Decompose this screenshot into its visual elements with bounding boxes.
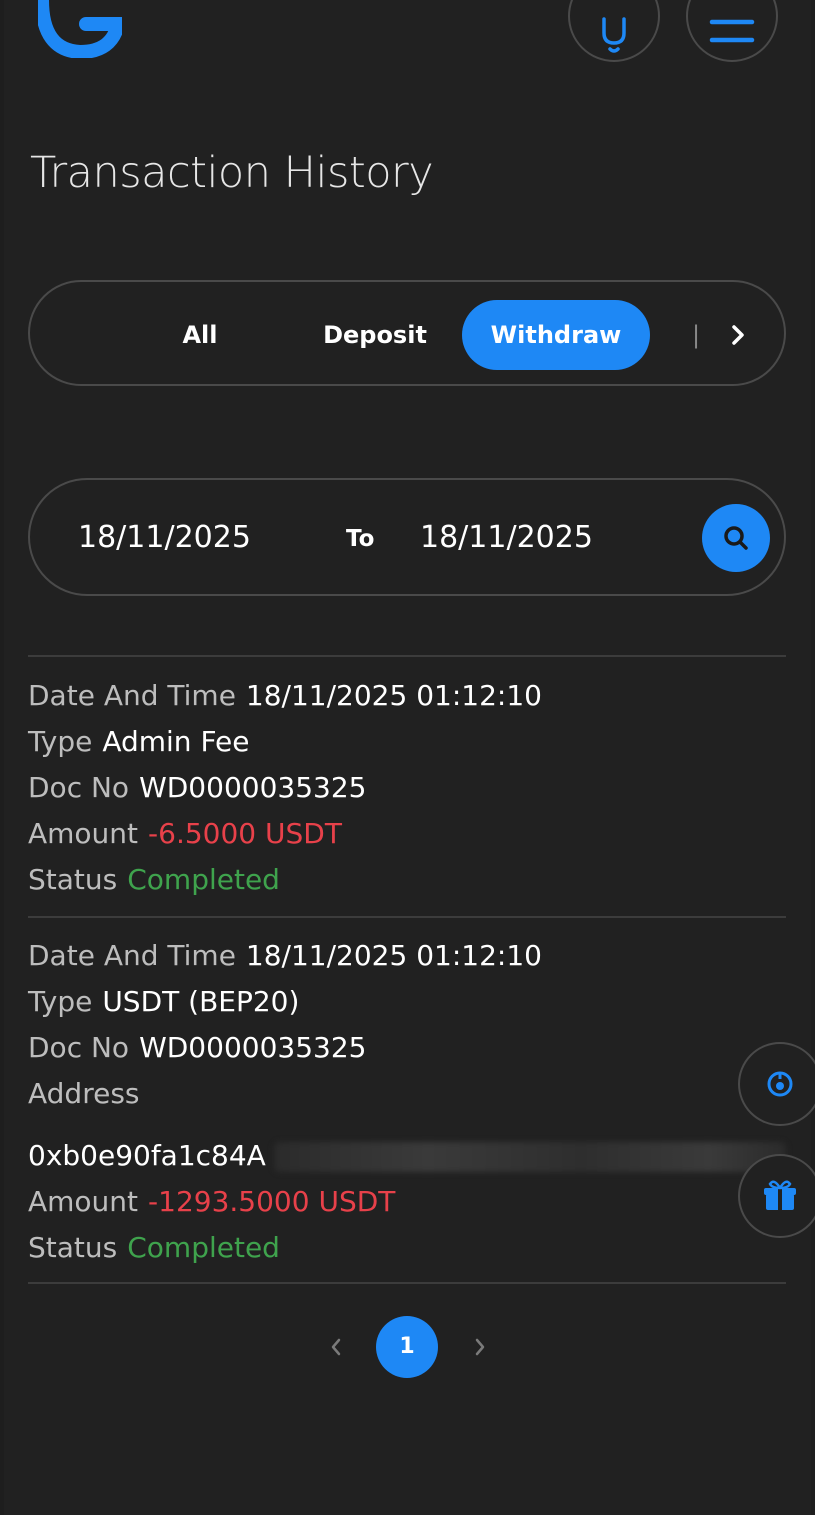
tx1-date-time: 18/11/2025 01:12:10 [245,679,542,712]
tx2-date-time: 18/11/2025 01:12:10 [245,939,542,972]
tab-partial-hidden[interactable]: | [692,300,700,370]
tx2-status-row: Status Completed [28,1230,280,1266]
chevron-right-icon [475,1338,485,1356]
support-icon [767,1071,793,1097]
tx1-doc-no-row: Doc No WD0000035325 [28,770,366,806]
tx2-doc-no-row: Doc No WD0000035325 [28,1030,366,1066]
tx1-amount: -6.5000 USDT [148,817,342,850]
chevron-right-icon [732,325,744,345]
tab-all[interactable]: All [160,300,240,370]
search-button[interactable] [702,504,770,572]
date-from-field[interactable]: 18/11/2025 [78,520,251,555]
gift-icon [764,1180,796,1210]
tab-withdraw[interactable]: Withdraw [462,300,650,370]
doc-no-label: Doc No [28,1031,130,1064]
tx2-address-label-row: Address [28,1076,140,1112]
divider [28,1282,786,1284]
tx1-status: Completed [127,863,280,896]
tx2-address: 0xb0e90fa1c84A [28,1139,266,1172]
date-range-separator: To [346,526,375,552]
notification-button[interactable] [568,0,660,62]
support-float-button[interactable] [738,1042,815,1126]
tx1-date-time-row: Date And Time 18/11/2025 01:12:10 [28,678,542,714]
menu-button[interactable] [686,0,778,62]
date-time-label: Date And Time [28,679,236,712]
type-label: Type [28,985,93,1018]
transaction-type-tabs: All Deposit Withdraw | [28,280,786,386]
amount-label: Amount [28,817,139,850]
divider [28,916,786,918]
status-label: Status [28,863,118,896]
page: Transaction History All Deposit Withdraw… [4,0,815,1515]
bell-icon [602,17,626,53]
hamburger-menu-icon [709,19,755,43]
doc-no-label: Doc No [28,771,130,804]
status-label: Status [28,1231,118,1264]
tx2-status: Completed [127,1231,280,1264]
tx1-type: Admin Fee [102,725,250,758]
date-range-filter: 18/11/2025 To 18/11/2025 [28,478,786,596]
search-icon [724,526,748,550]
gift-float-button[interactable] [738,1154,815,1238]
pagination-page-current[interactable]: 1 [376,1316,438,1378]
tx1-amount-row: Amount -6.5000 USDT [28,816,342,852]
tab-deposit[interactable]: Deposit [310,300,440,370]
address-label: Address [28,1077,140,1110]
date-time-label: Date And Time [28,939,236,972]
tabs-scroll-right-button[interactable] [720,312,756,358]
address-redacted-blur [274,1142,786,1172]
page-title: Transaction History [30,148,434,198]
tx1-type-row: Type Admin Fee [28,724,249,760]
tx1-doc-no: WD0000035325 [139,771,367,804]
type-label: Type [28,725,93,758]
tx1-status-row: Status Completed [28,862,280,898]
tx2-amount: -1293.5000 USDT [148,1185,396,1218]
pagination-next-button[interactable] [468,1330,492,1364]
tx2-type-row: Type USDT (BEP20) [28,984,299,1020]
tx2-doc-no: WD0000035325 [139,1031,367,1064]
date-to-field[interactable]: 18/11/2025 [420,520,593,555]
tx2-amount-row: Amount -1293.5000 USDT [28,1184,395,1220]
pagination-prev-button[interactable] [324,1330,348,1364]
tx2-date-time-row: Date And Time 18/11/2025 01:12:10 [28,938,542,974]
amount-label: Amount [28,1185,139,1218]
g-logo-icon[interactable] [35,0,127,60]
chevron-left-icon [331,1338,341,1356]
divider [28,655,786,657]
tx2-type: USDT (BEP20) [102,985,300,1018]
